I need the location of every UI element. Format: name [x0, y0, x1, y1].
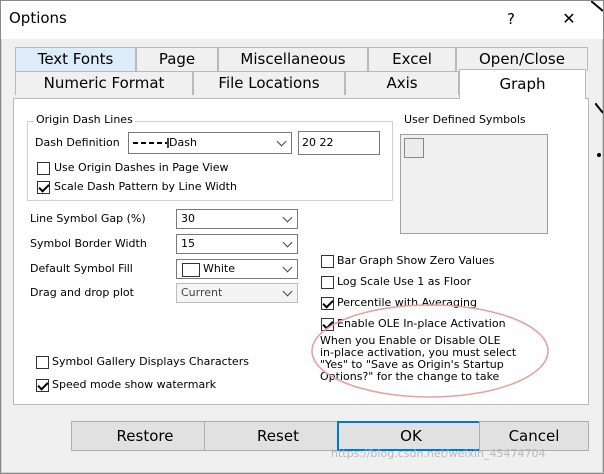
default-symbol-fill-dropdown[interactable]: White — [176, 259, 298, 279]
dash-spec-input[interactable]: 20 22 — [298, 131, 380, 155]
speed-mode-checkbox[interactable] — [36, 379, 49, 392]
symbol-border-width-dropdown[interactable]: 15 — [176, 234, 298, 254]
log-scale-floor-label: Log Scale Use 1 as Floor — [337, 275, 472, 288]
line-symbol-gap-dropdown[interactable]: 30 — [176, 209, 298, 229]
default-symbol-fill-label: Default Symbol Fill — [30, 262, 133, 275]
dash-definition-label: Dash Definition — [35, 136, 120, 149]
dash-definition-value: Dash — [169, 136, 197, 149]
log-scale-floor-checkbox[interactable] — [321, 276, 334, 289]
restore-button[interactable]: Restore — [71, 421, 219, 451]
background-dot — [597, 153, 601, 157]
tab-excel[interactable]: Excel — [368, 47, 456, 71]
use-origin-dashes-checkbox[interactable] — [37, 162, 50, 175]
user-defined-symbols-box[interactable] — [400, 134, 548, 234]
help-button[interactable]: ? — [499, 7, 523, 31]
bar-graph-zero-checkbox[interactable] — [321, 255, 334, 268]
close-button[interactable]: ✕ — [551, 7, 587, 31]
tab-open-close[interactable]: Open/Close — [456, 47, 588, 71]
scale-dash-pattern-label: Scale Dash Pattern by Line Width — [54, 180, 237, 193]
symbol-border-width-value: 15 — [181, 237, 195, 250]
chevron-down-icon — [282, 262, 293, 273]
origin-dash-lines-label: Origin Dash Lines — [34, 113, 135, 126]
bar-graph-zero-label: Bar Graph Show Zero Values — [337, 254, 495, 267]
scale-dash-pattern-checkbox[interactable] — [37, 181, 50, 194]
background-line-fragment — [595, 103, 603, 114]
symbol-cell[interactable] — [404, 138, 424, 158]
reset-button[interactable]: Reset — [204, 421, 352, 451]
tab-numeric-format[interactable]: Numeric Format — [15, 71, 193, 95]
tab-file-locations[interactable]: File Locations — [193, 71, 345, 95]
dash-definition-dropdown[interactable]: Dash — [128, 132, 292, 154]
dash-spec-value: 20 22 — [302, 136, 334, 149]
symbol-gallery-checkbox[interactable] — [36, 356, 49, 369]
drag-drop-plot-value: Current — [181, 286, 223, 299]
chevron-down-icon — [282, 237, 293, 248]
default-symbol-fill-value: White — [203, 262, 235, 275]
color-swatch-icon — [182, 263, 200, 277]
tab-text-fonts[interactable]: Text Fonts — [15, 47, 136, 71]
watermark-text: https://blog.csdn.net/weixin_45474704 — [331, 447, 546, 460]
annotation-circle — [311, 304, 549, 398]
dash-line-preview-icon — [133, 138, 169, 148]
chevron-down-icon — [282, 212, 293, 223]
dialog-title: Options — [9, 9, 67, 27]
use-origin-dashes-label: Use Origin Dashes in Page View — [54, 161, 229, 174]
chevron-down-icon — [282, 286, 293, 297]
background-line-fragment — [591, 1, 603, 12]
symbol-border-width-label: Symbol Border Width — [30, 237, 147, 250]
options-dialog: Options ? ✕ Text Fonts Page Miscellaneou… — [0, 0, 604, 474]
tab-miscellaneous[interactable]: Miscellaneous — [218, 47, 368, 71]
chevron-down-icon — [276, 136, 287, 147]
tab-graph[interactable]: Graph — [459, 69, 586, 99]
line-symbol-gap-label: Line Symbol Gap (%) — [30, 212, 146, 225]
tab-page[interactable]: Page — [136, 47, 218, 71]
speed-mode-label: Speed mode show watermark — [52, 378, 217, 391]
drag-drop-plot-label: Drag and drop plot — [30, 286, 134, 299]
graph-tab-panel: Origin Dash Lines Dash Definition Dash 2… — [13, 98, 589, 405]
symbol-gallery-label: Symbol Gallery Displays Characters — [52, 355, 249, 368]
tab-axis[interactable]: Axis — [345, 71, 459, 95]
title-bar: Options ? ✕ — [1, 1, 603, 39]
line-symbol-gap-value: 30 — [181, 212, 195, 225]
user-defined-symbols-label: User Defined Symbols — [404, 113, 526, 126]
drag-drop-plot-dropdown[interactable]: Current — [176, 283, 298, 303]
